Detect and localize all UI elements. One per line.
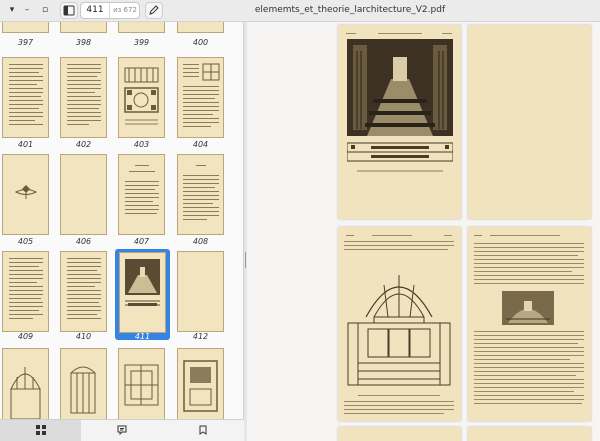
thumbnail-label: 407 (133, 237, 150, 246)
page-thumbnail[interactable] (2, 57, 49, 138)
library-interior-plate (347, 39, 453, 172)
tab-bookmarks[interactable] (162, 420, 243, 441)
thumbnail-label: 408 (192, 237, 209, 246)
reading-room-illustration (502, 291, 554, 325)
document-page (338, 427, 461, 441)
dome-drawing-icon (10, 367, 41, 419)
diagram-icon (202, 63, 220, 81)
page-number-box: 411 из 672 (80, 2, 140, 19)
sidebar-tab-bar (0, 419, 244, 441)
thumbnail-label: 401 (17, 140, 34, 149)
grid-icon (36, 425, 46, 435)
page-thumbnail[interactable] (60, 22, 107, 33)
pencil-icon (149, 5, 159, 15)
page-thumbnail[interactable] (177, 57, 224, 138)
page-thumbnail[interactable] (2, 251, 49, 332)
thumbnail-label: 402 (75, 140, 92, 149)
building-plan-icon (183, 360, 218, 412)
bookmark-icon (199, 425, 207, 435)
page-thumbnail[interactable] (118, 57, 165, 138)
page-thumbnail[interactable] (2, 348, 49, 419)
thumbnail-label: 405 (17, 237, 34, 246)
thumbnail-label: 404 (192, 140, 209, 149)
page-thumbnail-selected[interactable] (119, 252, 166, 333)
tab-thumbnails[interactable] (0, 420, 81, 441)
page-thumbnail[interactable] (60, 251, 107, 332)
sidebar-icon (63, 5, 75, 16)
thumbnail-label-selected: 411 (134, 332, 151, 341)
document-title: elememts_et_theorie_larchitecture_V2.pdf (254, 5, 446, 15)
thumbnail-label: 397 (17, 38, 34, 47)
document-view[interactable] (247, 22, 600, 441)
thumbnail-label: 400 (192, 38, 209, 47)
thumbnail-label: 406 (75, 237, 92, 246)
document-page (468, 427, 591, 441)
page-thumbnail[interactable] (60, 57, 107, 138)
header-bar: ▾ – ▫ 411 из 672 elememts_et_theorie_lar… (0, 0, 600, 22)
edit-button[interactable] (145, 2, 163, 19)
page-thumbnail[interactable] (60, 154, 107, 235)
page-thumbnail[interactable] (177, 348, 224, 419)
page-thumbnail[interactable] (118, 154, 165, 235)
page-thumbnail[interactable] (2, 154, 49, 235)
page-thumbnail[interactable] (177, 251, 224, 332)
floor-plan-icon (124, 67, 159, 125)
library-illustration-icon (125, 259, 160, 306)
minimize-button[interactable]: – (20, 3, 34, 17)
thumbnail-label: 410 (75, 332, 92, 341)
thumbnail-label: 412 (192, 332, 209, 341)
document-page (338, 227, 461, 421)
thumbnail-label: 403 (133, 140, 150, 149)
window-menu-icon[interactable]: ▾ (5, 3, 19, 17)
page-thumbnail[interactable] (177, 154, 224, 235)
maximize-button[interactable]: ▫ (38, 3, 52, 17)
tab-annotations[interactable] (81, 420, 162, 441)
page-thumbnail[interactable] (118, 348, 165, 419)
page-number-input[interactable]: 411 (81, 3, 110, 18)
plan-drawing-icon (124, 364, 159, 406)
page-thumbnail[interactable] (60, 348, 107, 419)
page-thumbnail[interactable] (177, 22, 224, 33)
column-drawing-icon (70, 366, 96, 414)
sidebar-toggle-button[interactable] (60, 2, 78, 19)
splitter-grip-icon[interactable] (245, 252, 246, 268)
document-page (338, 25, 461, 219)
thumbnail-label: 399 (133, 38, 150, 47)
document-page (468, 25, 591, 219)
page-count-label: из 672 (113, 6, 137, 14)
page-thumbnail[interactable] (118, 22, 165, 33)
thumbnail-label: 398 (75, 38, 92, 47)
annotations-icon (117, 425, 127, 435)
dome-section-drawing (347, 275, 451, 386)
ornament-icon (14, 185, 38, 199)
thumbnail-label: 409 (17, 332, 34, 341)
document-page (468, 227, 591, 421)
thumbnail-sidebar[interactable]: 397 398 399 400 401 402 403 404 405 406 … (0, 22, 244, 419)
page-thumbnail[interactable] (2, 22, 49, 33)
